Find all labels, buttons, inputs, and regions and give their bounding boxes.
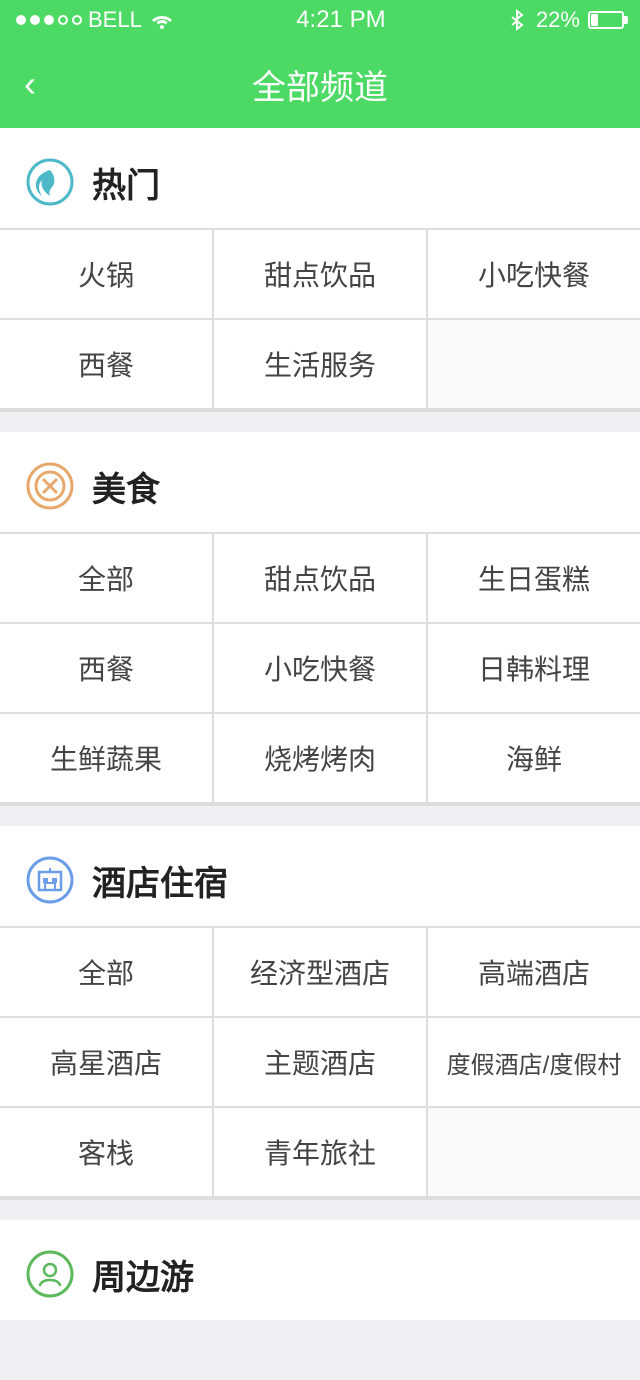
list-item[interactable]: 主题酒店 bbox=[214, 1018, 426, 1106]
list-item[interactable]: 生日蛋糕 bbox=[428, 534, 640, 622]
list-item[interactable]: 火锅 bbox=[0, 230, 212, 318]
section-food: 美食 全部 甜点饮品 生日蛋糕 西餐 小吃快餐 日韩料理 生鲜蔬果 烧烤烤肉 海… bbox=[0, 432, 640, 806]
list-item[interactable]: 小吃快餐 bbox=[428, 230, 640, 318]
section-title-travel: 周边游 bbox=[92, 1250, 194, 1299]
list-item[interactable]: 甜点饮品 bbox=[214, 230, 426, 318]
list-item-empty bbox=[428, 320, 640, 408]
back-button[interactable]: ‹ bbox=[24, 63, 36, 105]
travel-icon bbox=[24, 1248, 76, 1300]
list-item[interactable]: 高星酒店 bbox=[0, 1018, 212, 1106]
list-item[interactable]: 全部 bbox=[0, 928, 212, 1016]
list-item[interactable]: 小吃快餐 bbox=[214, 624, 426, 712]
list-item[interactable]: 青年旅社 bbox=[214, 1108, 426, 1196]
signal-dots bbox=[16, 15, 82, 25]
hotel-grid: 全部 经济型酒店 高端酒店 高星酒店 主题酒店 度假酒店/度假村 客栈 青年旅社 bbox=[0, 926, 640, 1200]
section-hot: 热门 火锅 甜点饮品 小吃快餐 西餐 生活服务 bbox=[0, 128, 640, 412]
status-right: 22% bbox=[506, 7, 624, 33]
list-item[interactable]: 生鲜蔬果 bbox=[0, 714, 212, 802]
status-bar: BELL 4:21 PM 22% bbox=[0, 0, 640, 40]
list-item[interactable]: 甜点饮品 bbox=[214, 534, 426, 622]
page-header: ‹ 全部频道 bbox=[0, 40, 640, 128]
food-grid: 全部 甜点饮品 生日蛋糕 西餐 小吃快餐 日韩料理 生鲜蔬果 烧烤烤肉 海鲜 bbox=[0, 532, 640, 806]
page-title: 全部频道 bbox=[252, 60, 388, 109]
section-title-hotel: 酒店住宿 bbox=[92, 856, 228, 905]
list-item[interactable]: 海鲜 bbox=[428, 714, 640, 802]
list-item[interactable]: 西餐 bbox=[0, 624, 212, 712]
section-header-hotel: 酒店住宿 bbox=[0, 826, 640, 926]
section-header-travel: 周边游 bbox=[0, 1220, 640, 1320]
section-header-food: 美食 bbox=[0, 432, 640, 532]
bluetooth-icon bbox=[506, 9, 528, 31]
list-item[interactable]: 经济型酒店 bbox=[214, 928, 426, 1016]
list-item[interactable]: 客栈 bbox=[0, 1108, 212, 1196]
section-travel: 周边游 bbox=[0, 1220, 640, 1320]
status-left: BELL bbox=[16, 7, 176, 33]
battery-icon bbox=[588, 11, 624, 29]
hotel-icon bbox=[24, 854, 76, 906]
list-item-empty bbox=[428, 1108, 640, 1196]
section-hotel: 酒店住宿 全部 经济型酒店 高端酒店 高星酒店 主题酒店 度假酒店/度假村 客栈… bbox=[0, 826, 640, 1200]
hot-icon bbox=[24, 156, 76, 208]
section-title-food: 美食 bbox=[92, 462, 160, 511]
list-item[interactable]: 西餐 bbox=[0, 320, 212, 408]
main-content: 热门 火锅 甜点饮品 小吃快餐 西餐 生活服务 美食 全部 bbox=[0, 128, 640, 1380]
list-item[interactable]: 全部 bbox=[0, 534, 212, 622]
list-item[interactable]: 日韩料理 bbox=[428, 624, 640, 712]
carrier-label: BELL bbox=[88, 7, 142, 33]
list-item[interactable]: 度假酒店/度假村 bbox=[428, 1018, 640, 1106]
section-title-hot: 热门 bbox=[92, 158, 160, 207]
food-icon bbox=[24, 460, 76, 512]
list-item[interactable]: 烧烤烤肉 bbox=[214, 714, 426, 802]
battery-percent: 22% bbox=[536, 7, 580, 33]
list-item[interactable]: 生活服务 bbox=[214, 320, 426, 408]
hot-grid: 火锅 甜点饮品 小吃快餐 西餐 生活服务 bbox=[0, 228, 640, 412]
section-header-hot: 热门 bbox=[0, 128, 640, 228]
list-item[interactable]: 高端酒店 bbox=[428, 928, 640, 1016]
time-display: 4:21 PM bbox=[296, 6, 385, 34]
wifi-icon bbox=[148, 10, 176, 30]
